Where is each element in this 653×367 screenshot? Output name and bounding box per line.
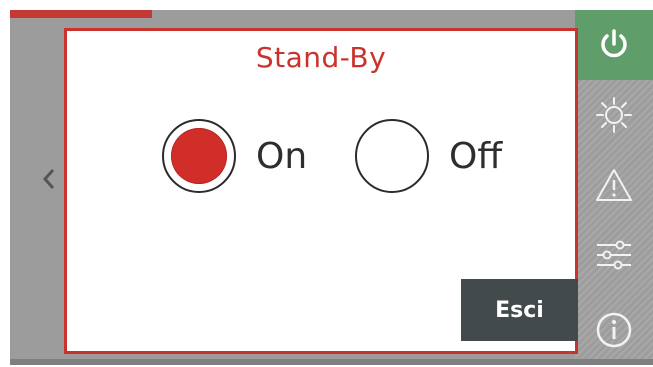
back-arrow-icon[interactable] [35, 164, 65, 194]
warning-icon [596, 169, 632, 201]
power-icon [601, 29, 627, 58]
radio-on[interactable]: On [162, 119, 307, 193]
sliders-icon [597, 240, 631, 270]
sidebar-item-warning[interactable] [575, 150, 653, 220]
sidebar-item-power[interactable] [575, 10, 653, 80]
radio-off[interactable]: Off [355, 119, 502, 193]
radio-on-circle[interactable] [162, 119, 236, 193]
sidebar-item-info[interactable] [575, 295, 653, 365]
exit-button[interactable]: Esci [461, 279, 578, 341]
dialog-title: Stand-By [255, 41, 387, 74]
bottom-strip [10, 359, 653, 365]
standby-dialog: Stand-By On Off Esci [64, 28, 578, 354]
sun-icon [596, 97, 632, 133]
radio-selected-dot [171, 128, 227, 184]
sidebar-item-sun[interactable] [575, 80, 653, 150]
sidebar [575, 10, 653, 365]
top-accent-bar [10, 10, 152, 18]
info-icon [596, 312, 632, 348]
radio-on-label: On [256, 135, 308, 177]
sidebar-item-settings[interactable] [575, 220, 653, 290]
radio-off-label: Off [449, 135, 503, 177]
radio-off-circle[interactable] [355, 119, 429, 193]
standby-radio-group: On Off [67, 119, 575, 199]
